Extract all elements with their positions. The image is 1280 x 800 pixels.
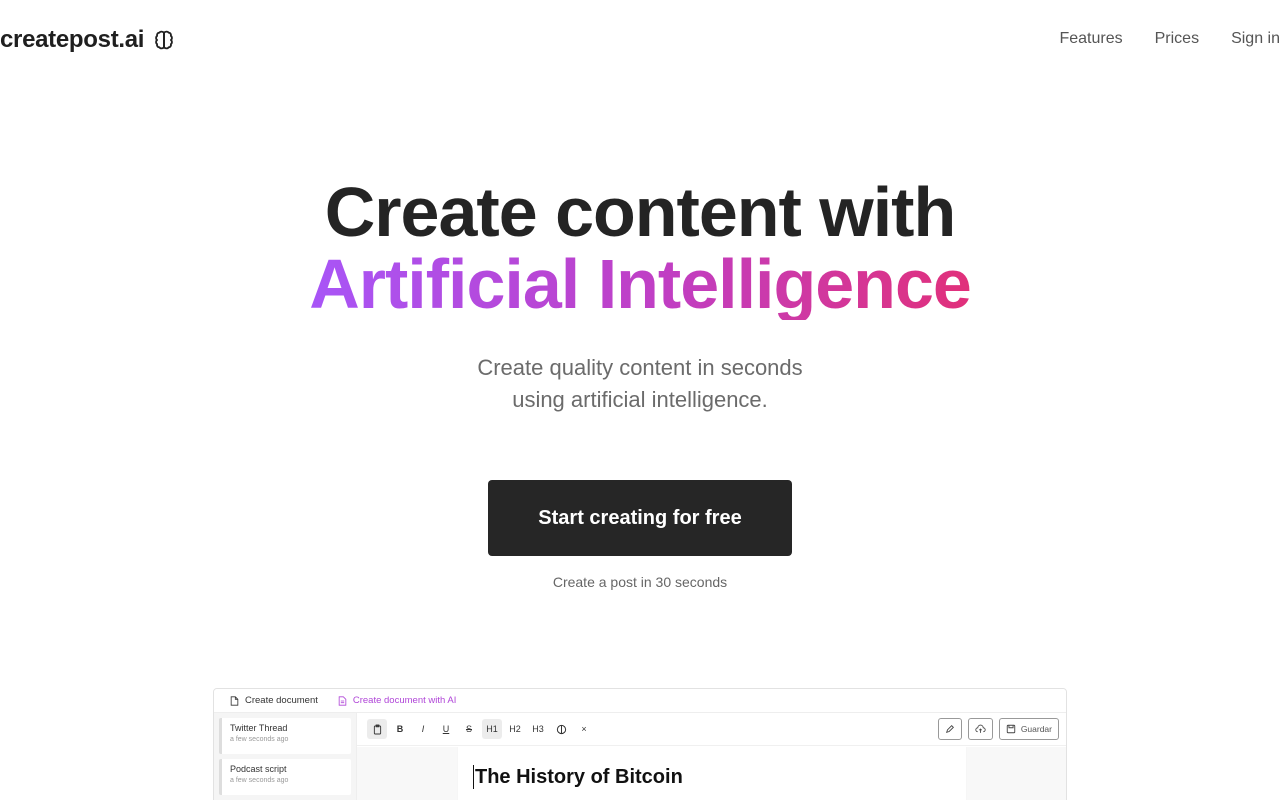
preview-editor: B I U S H1 H2 H3 × Guardar The History o… (356, 713, 1066, 800)
start-creating-button[interactable]: Start creating for free (488, 480, 792, 556)
h1-button[interactable]: H1 (482, 719, 502, 739)
tab-create-document-ai[interactable]: Create document with AI (338, 695, 457, 706)
edit-button[interactable] (937, 718, 962, 740)
clipboard-icon[interactable] (367, 719, 387, 739)
editor-toolbar: B I U S H1 H2 H3 × Guardar (357, 713, 1066, 746)
list-item-time: a few seconds ago (230, 777, 289, 784)
list-item[interactable]: Podcast script a few seconds ago (219, 759, 351, 795)
tab-create-document-label: Create document (245, 695, 318, 706)
nav-links: Features Prices Sign in (1059, 30, 1280, 48)
hero-title-accent: Artificial Intelligence (309, 245, 972, 323)
app-preview: Create document Create document with AI … (213, 688, 1067, 800)
editor-actions: Guardar (937, 718, 1059, 740)
strikethrough-button[interactable]: S (459, 719, 479, 739)
brain-icon (153, 29, 175, 51)
underline-button[interactable]: U (436, 719, 456, 739)
pencil-icon (945, 725, 954, 734)
hero-subtitle-line2: using artificial intelligence. (512, 387, 768, 412)
clear-format-button[interactable]: × (574, 719, 594, 739)
hero-subtitle-line1: Create quality content in seconds (477, 355, 803, 380)
tab-create-document[interactable]: Create document (230, 695, 318, 706)
hero-title: Create content with (324, 173, 957, 251)
preview-sidebar: Twitter Thread a few seconds ago Podcast… (214, 713, 356, 800)
save-icon (1006, 724, 1016, 734)
list-item[interactable]: Twitter Thread a few seconds ago (219, 718, 351, 754)
document-title[interactable]: The History of Bitcoin (473, 765, 683, 789)
list-item-title: Twitter Thread (230, 723, 288, 733)
h2-button[interactable]: H2 (505, 719, 525, 739)
nav-link-sign-in[interactable]: Sign in (1231, 30, 1280, 48)
tab-create-document-ai-label: Create document with AI (352, 695, 457, 706)
save-button[interactable]: Guardar (998, 718, 1059, 740)
top-nav: createpost.ai Features Prices Sign in (0, 0, 1280, 80)
nav-link-features[interactable]: Features (1059, 30, 1122, 48)
list-item-time: a few seconds ago (230, 736, 289, 743)
hero-subtitle: Create quality content in seconds using … (0, 352, 1280, 416)
list-item-title: Podcast script (230, 764, 287, 774)
brain-icon[interactable] (551, 719, 571, 739)
cta-note: Create a post in 30 seconds (552, 574, 728, 590)
italic-button[interactable]: I (413, 719, 433, 739)
save-label: Guardar (1020, 724, 1052, 734)
preview-tabs: Create document Create document with AI (214, 689, 1066, 713)
logo-text: createpost.ai (0, 26, 145, 53)
bold-button[interactable]: B (390, 719, 410, 739)
file-icon (230, 695, 239, 706)
h3-button[interactable]: H3 (528, 719, 548, 739)
nav-link-prices[interactable]: Prices (1155, 30, 1199, 48)
logo[interactable]: createpost.ai (0, 26, 175, 54)
cloud-upload-icon (975, 724, 986, 733)
upload-button[interactable] (967, 718, 993, 740)
hero: Create content with Artificial Intellige… (0, 176, 1280, 320)
file-ai-icon (338, 695, 347, 706)
